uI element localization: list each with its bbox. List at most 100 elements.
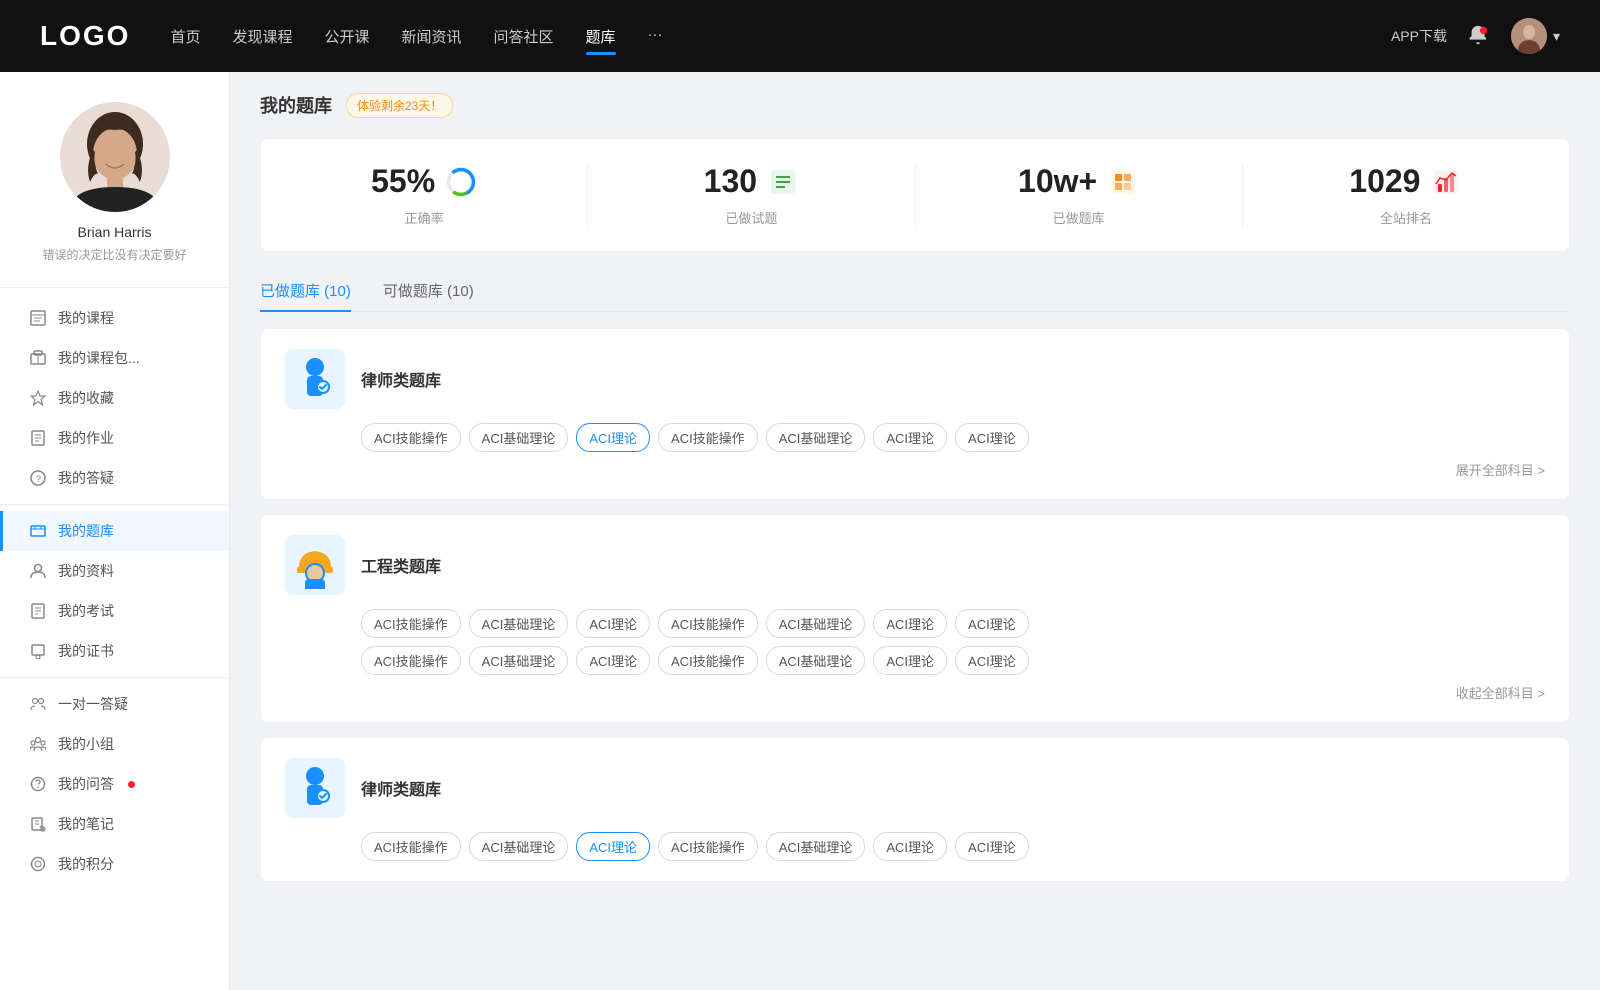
- tag-2-3[interactable]: ACI技能操作: [658, 609, 758, 638]
- package-icon: [30, 350, 46, 366]
- bank-card-header-1: 律师类题库: [285, 349, 1545, 409]
- sidebar-item-label-questions: 我的问答: [58, 774, 114, 794]
- tag-2-13[interactable]: ACI理论: [955, 646, 1029, 675]
- group-icon: [30, 736, 46, 752]
- stat-accuracy: 55% 正确率: [261, 163, 588, 227]
- sidebar-item-notes[interactable]: 我的笔记: [0, 804, 229, 844]
- nav-qa[interactable]: 问答社区: [494, 22, 554, 51]
- sidebar-item-points[interactable]: 我的积分: [0, 844, 229, 884]
- bank-title-3: 律师类题库: [361, 776, 441, 800]
- nav-discover[interactable]: 发现课程: [232, 22, 292, 51]
- star-icon: [30, 390, 46, 406]
- exam-icon: [30, 603, 46, 619]
- bank-card-header-2: 工程类题库: [285, 535, 1545, 595]
- bank-card-header-3: 律师类题库: [285, 758, 1545, 818]
- tag-3-6[interactable]: ACI理论: [955, 832, 1029, 861]
- bank-tags-3: ACI技能操作 ACI基础理论 ACI理论 ACI技能操作 ACI基础理论 AC…: [285, 832, 1545, 861]
- tag-2-6[interactable]: ACI理论: [955, 609, 1029, 638]
- stat-accuracy-label: 正确率: [281, 208, 567, 227]
- notes-icon: [30, 816, 46, 832]
- sidebar-item-label-qa: 我的答疑: [58, 468, 114, 488]
- bank-card-lawyer-1: 律师类题库 ACI技能操作 ACI基础理论 ACI理论 ACI技能操作 ACI基…: [260, 328, 1570, 500]
- tag-2-4[interactable]: ACI基础理论: [766, 609, 866, 638]
- tag-3-5[interactable]: ACI理论: [873, 832, 947, 861]
- bank-tags-2-row1: ACI技能操作 ACI基础理论 ACI理论 ACI技能操作 ACI基础理论 AC…: [285, 609, 1545, 638]
- tag-1-1[interactable]: ACI基础理论: [469, 423, 569, 452]
- user-avatar-menu[interactable]: ▾: [1511, 18, 1560, 54]
- tag-3-1[interactable]: ACI基础理论: [469, 832, 569, 861]
- tag-2-2[interactable]: ACI理论: [576, 609, 650, 638]
- page-header: 我的题库 体验剩余23天！: [260, 92, 1570, 118]
- stats-card: 55% 正确率 130: [260, 138, 1570, 252]
- tag-2-11[interactable]: ACI基础理论: [766, 646, 866, 675]
- nav-opencourse[interactable]: 公开课: [324, 22, 369, 51]
- sidebar-item-package[interactable]: 我的课程包...: [0, 338, 229, 378]
- tag-2-10[interactable]: ACI技能操作: [658, 646, 758, 675]
- nav-more[interactable]: ···: [648, 22, 663, 51]
- bank-card-lawyer-2: 律师类题库 ACI技能操作 ACI基础理论 ACI理论 ACI技能操作 ACI基…: [260, 737, 1570, 882]
- tag-2-8[interactable]: ACI基础理论: [469, 646, 569, 675]
- tag-3-0[interactable]: ACI技能操作: [361, 832, 461, 861]
- list-icon: [767, 166, 799, 198]
- tabs-row: 已做题库 (10) 可做题库 (10): [260, 272, 1570, 312]
- sidebar-item-homework[interactable]: 我的作业: [0, 418, 229, 458]
- nav-home[interactable]: 首页: [170, 22, 200, 51]
- tab-done-banks[interactable]: 已做题库 (10): [260, 272, 351, 311]
- sidebar-item-favorites[interactable]: 我的收藏: [0, 378, 229, 418]
- avatar-image: [60, 102, 170, 212]
- nav-menu: 首页 发现课程 公开课 新闻资讯 问答社区 题库 ···: [170, 22, 1351, 51]
- stat-done-questions-number: 130: [704, 163, 757, 200]
- tag-3-2[interactable]: ACI理论: [576, 832, 650, 861]
- question-icon: ?: [30, 470, 46, 486]
- nav-bank[interactable]: 题库: [586, 22, 616, 51]
- expand-link-1[interactable]: 展开全部科目 >: [285, 460, 1545, 479]
- tag-2-5[interactable]: ACI理论: [873, 609, 947, 638]
- sidebar-item-label-points: 我的积分: [58, 854, 114, 874]
- tag-2-9[interactable]: ACI理论: [576, 646, 650, 675]
- main-layout: Brian Harris 错误的决定比没有决定要好 我的课程 我的课程包...: [0, 72, 1600, 990]
- tag-3-3[interactable]: ACI技能操作: [658, 832, 758, 861]
- tag-2-0[interactable]: ACI技能操作: [361, 609, 461, 638]
- sidebar-item-my-course[interactable]: 我的课程: [0, 298, 229, 338]
- sidebar-item-cert[interactable]: 我的证书: [0, 631, 229, 671]
- tag-2-1[interactable]: ACI基础理论: [469, 609, 569, 638]
- sidebar-item-tutor[interactable]: 一对一答疑: [0, 684, 229, 724]
- tag-1-0[interactable]: ACI技能操作: [361, 423, 461, 452]
- sidebar-item-label-cert: 我的证书: [58, 641, 114, 661]
- sidebar-item-qa-mine[interactable]: ? 我的答疑: [0, 458, 229, 498]
- notification-dot: [128, 781, 135, 788]
- tag-2-7[interactable]: ACI技能操作: [361, 646, 461, 675]
- stat-rank-label: 全站排名: [1263, 208, 1549, 227]
- qa-icon: [30, 776, 46, 792]
- sidebar-item-exam[interactable]: 我的考试: [0, 591, 229, 631]
- stat-done-questions-label: 已做试题: [608, 208, 894, 227]
- tag-1-2[interactable]: ACI理论: [576, 423, 650, 452]
- collapse-link-2[interactable]: 收起全部科目 >: [285, 683, 1545, 702]
- stat-done-banks: 10w+ 已做题库: [916, 163, 1243, 227]
- sidebar-item-bank[interactable]: 我的题库: [0, 511, 229, 551]
- tag-1-3[interactable]: ACI技能操作: [658, 423, 758, 452]
- notification-bell-icon[interactable]: [1467, 24, 1491, 48]
- app-download-link[interactable]: APP下载: [1391, 26, 1447, 46]
- chevron-down-icon: ▾: [1553, 28, 1560, 45]
- sidebar-item-label-tutor: 一对一答疑: [58, 694, 128, 714]
- tag-2-12[interactable]: ACI理论: [873, 646, 947, 675]
- stat-done-questions: 130 已做试题: [588, 163, 915, 227]
- sidebar-item-profile[interactable]: 我的资料: [0, 551, 229, 591]
- tag-1-6[interactable]: ACI理论: [955, 423, 1029, 452]
- stat-accuracy-number: 55%: [371, 163, 435, 200]
- sidebar-item-label-exam: 我的考试: [58, 601, 114, 621]
- logo[interactable]: LOGO: [40, 20, 130, 52]
- navbar: LOGO 首页 发现课程 公开课 新闻资讯 问答社区 题库 ··· APP下载 …: [0, 0, 1600, 72]
- tag-3-4[interactable]: ACI基础理论: [766, 832, 866, 861]
- bank-tags-1: ACI技能操作 ACI基础理论 ACI理论 ACI技能操作 ACI基础理论 AC…: [285, 423, 1545, 452]
- sidebar-item-questions[interactable]: 我的问答: [0, 764, 229, 804]
- tag-1-5[interactable]: ACI理论: [873, 423, 947, 452]
- tab-available-banks[interactable]: 可做题库 (10): [383, 272, 474, 311]
- tag-1-4[interactable]: ACI基础理论: [766, 423, 866, 452]
- stat-rank: 1029 全站排名: [1243, 163, 1569, 227]
- nav-news[interactable]: 新闻资讯: [402, 22, 462, 51]
- donut-chart-icon: [445, 166, 477, 198]
- stat-done-banks-number: 10w+: [1018, 163, 1097, 200]
- sidebar-item-group[interactable]: 我的小组: [0, 724, 229, 764]
